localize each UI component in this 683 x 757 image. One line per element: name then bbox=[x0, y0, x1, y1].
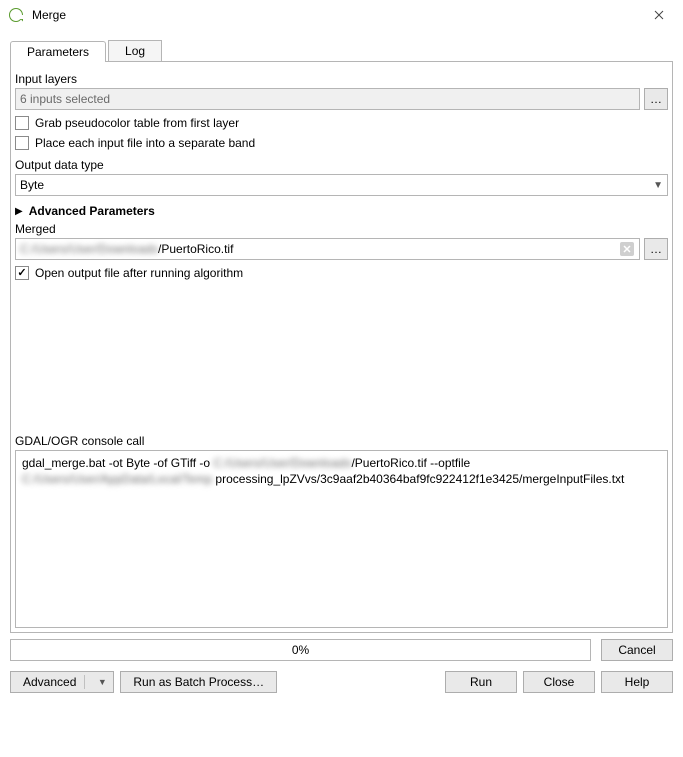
advanced-parameters-toggle[interactable]: ▶ Advanced Parameters bbox=[15, 204, 668, 218]
tab-parameters[interactable]: Parameters bbox=[10, 41, 106, 62]
advanced-button-separator bbox=[84, 675, 85, 689]
output-type-value: Byte bbox=[20, 178, 44, 192]
progress-percent: 0% bbox=[292, 643, 309, 657]
merged-browse-button[interactable]: … bbox=[644, 238, 668, 260]
close-button[interactable]: Close bbox=[523, 671, 595, 693]
tab-bar: Parameters Log bbox=[10, 40, 673, 62]
merged-output-field[interactable]: C:/Users/User/Downloads/PuertoRico.tif bbox=[15, 238, 640, 260]
chevron-down-icon: ▼ bbox=[97, 677, 107, 687]
advanced-parameters-label: Advanced Parameters bbox=[29, 204, 155, 218]
grab-pseudocolor-label: Grab pseudocolor table from first layer bbox=[35, 116, 239, 130]
console-call-box[interactable]: gdal_merge.bat -ot Byte -of GTiff -o C:/… bbox=[15, 450, 668, 628]
console-call-label: GDAL/OGR console call bbox=[15, 434, 668, 448]
place-each-band-checkbox-row[interactable]: Place each input file into a separate ba… bbox=[15, 136, 668, 150]
bottom-area: 0% Cancel Advanced ▼ Run as Batch Proces… bbox=[0, 633, 683, 703]
titlebar: Merge bbox=[0, 0, 683, 30]
merged-label: Merged bbox=[15, 222, 668, 236]
advanced-button[interactable]: Advanced ▼ bbox=[10, 671, 114, 693]
panel-spacer bbox=[15, 280, 668, 430]
run-button[interactable]: Run bbox=[445, 671, 517, 693]
app-logo-icon bbox=[8, 7, 24, 23]
console-redacted-2: C:/Users/User/AppData/Local/Temp bbox=[22, 471, 212, 487]
merged-path-redacted: C:/Users/User/Downloads bbox=[20, 242, 158, 256]
tab-log[interactable]: Log bbox=[108, 40, 162, 61]
console-text-3: processing_lpZVvs/3c9aaf2b40364baf9fc922… bbox=[215, 472, 624, 486]
open-after-checkbox[interactable] bbox=[15, 266, 29, 280]
triangle-right-icon: ▶ bbox=[15, 206, 23, 217]
open-after-label: Open output file after running algorithm bbox=[35, 266, 243, 280]
run-batch-button[interactable]: Run as Batch Process… bbox=[120, 671, 277, 693]
output-type-select[interactable]: Byte ▼ bbox=[15, 174, 668, 196]
chevron-down-icon: ▼ bbox=[653, 180, 663, 191]
place-each-band-label: Place each input file into a separate ba… bbox=[35, 136, 255, 150]
help-button[interactable]: Help bbox=[601, 671, 673, 693]
cancel-button[interactable]: Cancel bbox=[601, 639, 673, 661]
window-title: Merge bbox=[32, 8, 66, 22]
input-layers-field[interactable] bbox=[15, 88, 640, 110]
place-each-band-checkbox[interactable] bbox=[15, 136, 29, 150]
output-type-label: Output data type bbox=[15, 158, 668, 172]
input-layers-label: Input layers bbox=[15, 72, 668, 86]
grab-pseudocolor-checkbox[interactable] bbox=[15, 116, 29, 130]
window-close-button[interactable] bbox=[643, 0, 675, 30]
advanced-button-label: Advanced bbox=[23, 675, 76, 689]
grab-pseudocolor-checkbox-row[interactable]: Grab pseudocolor table from first layer bbox=[15, 116, 668, 130]
console-redacted-1: C:/Users/User/Downloads bbox=[213, 455, 351, 471]
console-text-2: /PuertoRico.tif --optfile bbox=[351, 456, 470, 470]
open-after-checkbox-row[interactable]: Open output file after running algorithm bbox=[15, 266, 668, 280]
console-text-1: gdal_merge.bat -ot Byte -of GTiff -o bbox=[22, 456, 213, 470]
parameters-panel: Input layers … Grab pseudocolor table fr… bbox=[10, 62, 673, 633]
input-layers-browse-button[interactable]: … bbox=[644, 88, 668, 110]
merged-clear-button[interactable] bbox=[620, 242, 634, 256]
merged-path-visible: /PuertoRico.tif bbox=[158, 242, 233, 256]
progress-bar: 0% bbox=[10, 639, 591, 661]
